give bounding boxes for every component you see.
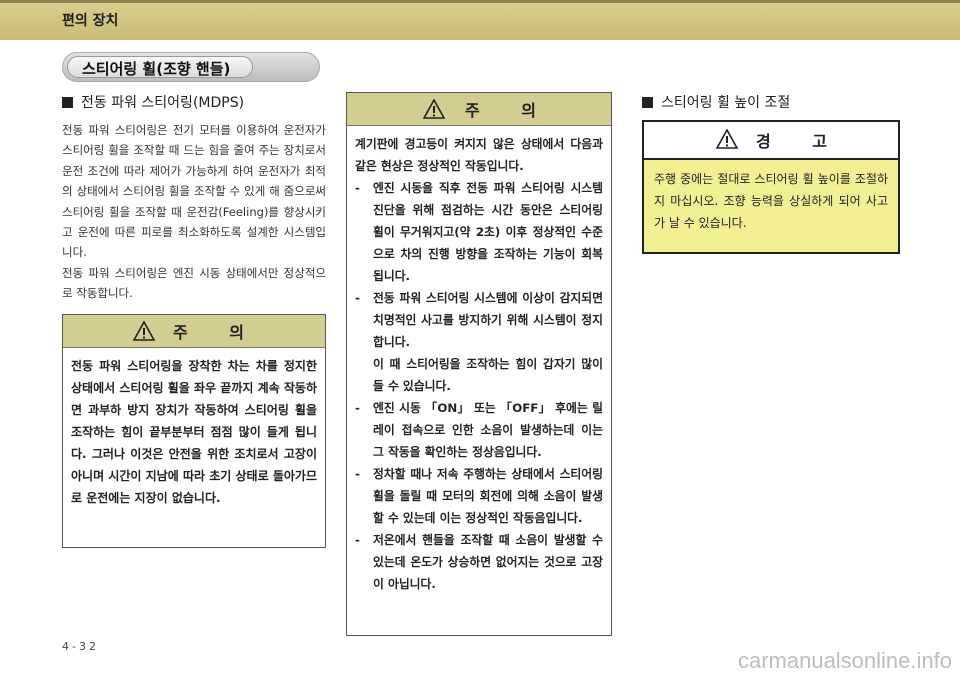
- height-adjust-heading-text: 스티어링 휠 높이 조절: [661, 95, 791, 111]
- caution-header-left: 주 의: [63, 315, 325, 348]
- caution-item-text: 정차할 때나 저속 주행하는 상태에서 스티어링 휠을 돌릴 때 모터의 회전에…: [373, 467, 603, 525]
- warning-body: 주행 중에는 절대로 스티어링 휠 높이를 조절하지 마십시오. 조향 능력을 …: [644, 160, 898, 252]
- caution-item-2-extra: 이 때 스티어링을 조작하는 힘이 갑자기 많이 들 수 있습니다.: [373, 357, 603, 393]
- section-title-pill: 스티어링 휠(조향 핸들): [62, 52, 320, 82]
- caution-text-left: 전동 파워 스티어링을 장착한 차는 차를 정지한 상태에서 스티어링 휠을 좌…: [71, 359, 317, 505]
- dash-marker: -: [355, 533, 360, 547]
- caution-item-text: 엔진 시동을 직후 전동 파워 스티어링 시스템 진단을 위해 점검하는 시간 …: [373, 181, 603, 283]
- dash-marker: -: [355, 401, 360, 415]
- caution-title-left: 주 의: [173, 323, 263, 342]
- section-title-inner: 스티어링 휠(조향 핸들): [67, 56, 253, 78]
- height-adjust-heading: 스티어링 휠 높이 조절: [642, 92, 790, 112]
- mdps-paragraph-1: 전동 파워 스티어링은 전기 모터를 이용하여 운전자가 스티어링 휠을 조작할…: [62, 123, 326, 260]
- site-watermark: carmanualsonline.info: [737, 648, 952, 673]
- square-bullet-icon: [642, 97, 653, 108]
- section-title: 스티어링 휠(조향 핸들): [82, 60, 231, 78]
- caution-item-3: - 엔진 시동 「ON」 또는 「OFF」 후에는 릴레이 접속으로 인한 소음이…: [355, 397, 603, 463]
- mdps-description: 전동 파워 스티어링은 전기 모터를 이용하여 운전자가 스티어링 휠을 조작할…: [62, 120, 326, 304]
- caution-item-2: - 전동 파워 스티어링 시스템에 이상이 감지되면 치명적인 사고를 방지하기 …: [355, 287, 603, 353]
- square-bullet-icon: [62, 97, 73, 108]
- mdps-heading: 전동 파워 스티어링(MDPS): [62, 92, 244, 112]
- warning-text-right: 주행 중에는 절대로 스티어링 휠 높이를 조절하지 마십시오. 조향 능력을 …: [654, 172, 888, 230]
- dash-marker: -: [355, 291, 360, 305]
- header-top-rule: [0, 0, 960, 3]
- caution-box-middle: 주 의 계기판에 경고등이 켜지지 않은 상태에서 다음과 같은 현상은 정상적…: [346, 92, 612, 636]
- caution-item-text: 전동 파워 스티어링 시스템에 이상이 감지되면 치명적인 사고를 방지하기 위…: [373, 291, 603, 349]
- chapter-header-bar: 편의 장치: [0, 0, 960, 40]
- warning-triangle-icon: [716, 129, 738, 149]
- warning-box-right: 경 고 주행 중에는 절대로 스티어링 휠 높이를 조절하지 마십시오. 조향 …: [642, 120, 900, 254]
- caution-item-text: 엔진 시동 「ON」 또는 「OFF」 후에는 릴레이 접속으로 인한 소음이 …: [373, 401, 603, 459]
- chapter-title: 편의 장치: [62, 13, 119, 29]
- mdps-paragraph-2: 전동 파워 스티어링은 엔진 시동 상태에서만 정상적으로 작동합니다.: [62, 265, 326, 301]
- caution-item-1: - 엔진 시동을 직후 전동 파워 스티어링 시스템 진단을 위해 점검하는 시간…: [355, 177, 603, 287]
- warning-title-right: 경 고: [756, 132, 846, 151]
- caution-header-middle: 주 의: [347, 93, 611, 126]
- mdps-heading-text: 전동 파워 스티어링(MDPS): [81, 95, 245, 111]
- warning-triangle-icon: [133, 321, 155, 341]
- dash-marker: -: [355, 467, 360, 481]
- caution-box-left: 주 의 전동 파워 스티어링을 장착한 차는 차를 정지한 상태에서 스티어링 …: [62, 314, 326, 548]
- caution-title-middle: 주 의: [465, 101, 555, 120]
- caution-intro: 계기판에 경고등이 켜지지 않은 상태에서 다음과 같은 현상은 정상적인 작동…: [355, 137, 603, 173]
- caution-text-middle: 계기판에 경고등이 켜지지 않은 상태에서 다음과 같은 현상은 정상적인 작동…: [355, 133, 603, 595]
- caution-item-5: - 저온에서 핸들을 조작할 때 소음이 발생할 수 있는데 온도가 상승하면 없…: [355, 529, 603, 595]
- dash-marker: -: [355, 181, 360, 195]
- caution-item-4: - 정차할 때나 저속 주행하는 상태에서 스티어링 휠을 돌릴 때 모터의 회전…: [355, 463, 603, 529]
- caution-item-text: 저온에서 핸들을 조작할 때 소음이 발생할 수 있는데 온도가 상승하면 없어…: [373, 533, 603, 591]
- warning-triangle-icon: [423, 99, 445, 119]
- warning-header-right: 경 고: [644, 122, 898, 160]
- page-number: 4-32: [62, 640, 99, 653]
